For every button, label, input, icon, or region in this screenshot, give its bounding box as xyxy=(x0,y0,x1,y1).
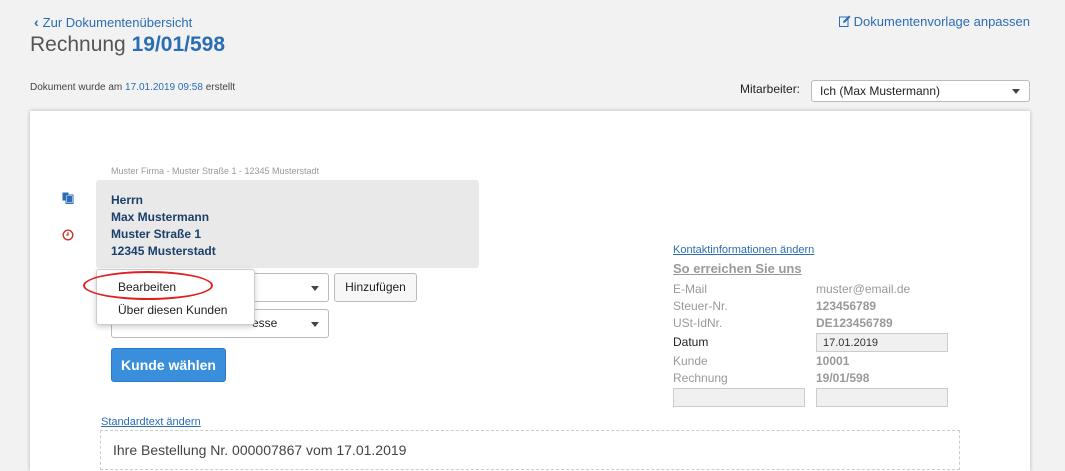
address-salutation: Herrn xyxy=(111,193,144,207)
info-value-customer: 10001 xyxy=(816,354,850,368)
created-timestamp: 17.01.2019 09:58 xyxy=(125,82,203,93)
customer-address-box: Herrn Max Mustermann Muster Straße 1 123… xyxy=(96,180,479,268)
edit-icon xyxy=(838,15,851,27)
change-standard-text-link[interactable]: Standardtext ändern xyxy=(101,416,201,428)
address-street: Muster Straße 1 xyxy=(111,227,202,241)
info-label-email: E-Mail xyxy=(673,282,708,296)
info-label-tax: Steuer-Nr. xyxy=(673,299,728,313)
created-prefix: Dokument wurde am xyxy=(30,82,123,93)
menu-item-about-customer[interactable]: Über diesen Kunden xyxy=(118,303,227,317)
info-label-customer: Kunde xyxy=(673,354,708,368)
address-city: 12345 Musterstadt xyxy=(111,244,216,258)
employee-select-value: Ich (Max Mustermann) xyxy=(820,84,941,98)
choose-customer-button[interactable]: Kunde wählen xyxy=(111,348,226,382)
add-button[interactable]: Hinzufügen xyxy=(334,273,417,302)
address-select-value: esse xyxy=(252,316,278,330)
reach-heading: So erreichen Sie uns xyxy=(673,261,802,276)
created-suffix: erstellt xyxy=(205,82,236,93)
title-number: 19/01/598 xyxy=(131,33,226,56)
back-to-overview-link[interactable]: ‹ Zur Dokumentenübersicht xyxy=(34,14,192,30)
change-contact-link[interactable]: Kontaktinformationen ändern xyxy=(673,244,814,256)
order-text: Ihre Bestellung Nr. 000007867 vom 17.01.… xyxy=(113,442,407,458)
info-label-invoice: Rechnung xyxy=(673,371,728,385)
created-info: Dokument wurde am 17.01.2019 09:58 erste… xyxy=(30,82,235,93)
caret-down-icon xyxy=(311,286,319,291)
date-field[interactable]: 17.01.2019 xyxy=(816,333,948,352)
extra-value-field[interactable] xyxy=(816,388,948,407)
copy-icon[interactable] xyxy=(62,191,74,209)
chevron-left-icon: ‹ xyxy=(34,14,39,30)
address-name: Max Mustermann xyxy=(111,210,210,224)
caret-down-icon xyxy=(311,322,319,327)
info-value-tax: 123456789 xyxy=(816,299,877,313)
info-value-email: muster@email.de xyxy=(816,282,911,296)
back-link-label: Zur Dokumentenübersicht xyxy=(42,15,193,30)
sender-line: Muster Firma - Muster Straße 1 - 12345 M… xyxy=(111,166,320,176)
info-value-vat: DE123456789 xyxy=(816,316,893,330)
order-text-box[interactable]: Ihre Bestellung Nr. 000007867 vom 17.01.… xyxy=(100,430,960,470)
info-value-invoice: 19/01/598 xyxy=(816,371,870,385)
page-title: Rechnung 19/01/598 xyxy=(30,33,225,57)
employee-label: Mitarbeiter: xyxy=(740,82,801,96)
customize-template-link[interactable]: Dokumentenvorlage anpassen xyxy=(838,14,1030,29)
info-label-date: Datum xyxy=(673,335,709,349)
clock-icon[interactable] xyxy=(62,228,74,246)
caret-down-icon xyxy=(1012,89,1020,94)
info-label-vat: USt-IdNr. xyxy=(673,316,723,330)
employee-select[interactable]: Ich (Max Mustermann) xyxy=(811,80,1030,102)
template-link-label: Dokumentenvorlage anpassen xyxy=(853,14,1030,29)
title-prefix: Rechnung xyxy=(30,33,126,56)
highlight-ellipse xyxy=(83,271,213,300)
extra-label-field[interactable] xyxy=(673,388,805,407)
